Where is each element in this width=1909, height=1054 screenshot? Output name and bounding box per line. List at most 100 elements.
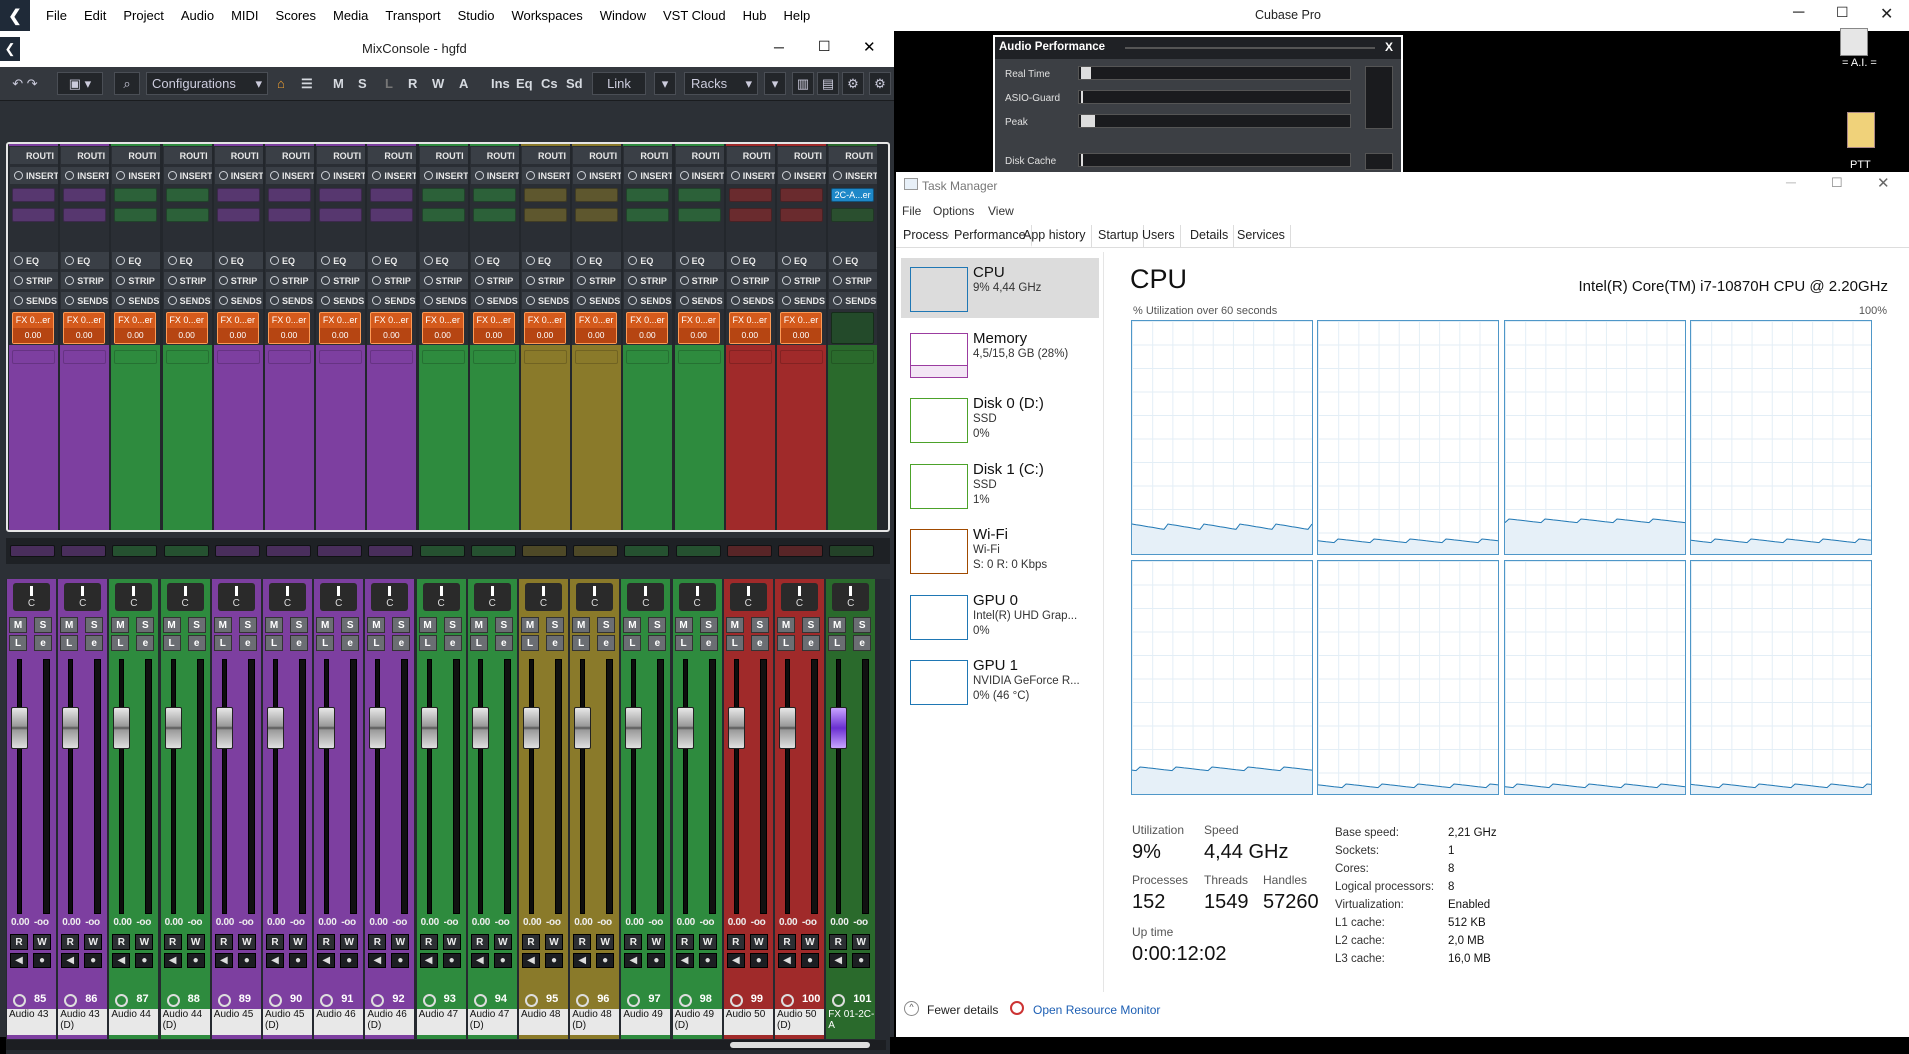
write-automation-button[interactable]: W bbox=[135, 934, 154, 950]
solo-button[interactable]: S bbox=[392, 617, 411, 633]
listen-button[interactable]: L bbox=[674, 635, 693, 651]
cs-bypass-button[interactable]: Cs bbox=[541, 76, 558, 91]
edit-button[interactable]: e bbox=[750, 635, 769, 651]
send-slot[interactable] bbox=[165, 350, 209, 364]
power-icon[interactable] bbox=[372, 296, 382, 305]
strip-header[interactable]: STRIP bbox=[368, 272, 417, 289]
monitor-button[interactable]: ◀ bbox=[61, 953, 80, 968]
pan-knob[interactable]: C bbox=[525, 583, 562, 611]
send-slot[interactable] bbox=[319, 350, 363, 364]
power-icon[interactable] bbox=[474, 256, 484, 265]
listen-button[interactable]: L bbox=[521, 635, 539, 651]
sends-header[interactable]: SENDS bbox=[573, 292, 622, 309]
strip-header[interactable]: STRIP bbox=[112, 272, 161, 289]
channel-select-icon[interactable] bbox=[269, 994, 282, 1007]
power-icon[interactable] bbox=[167, 296, 177, 305]
fx-send-slot[interactable]: FX 0...er 0.00 bbox=[421, 312, 464, 344]
open-resource-monitor-link[interactable]: Open Resource Monitor bbox=[1033, 1003, 1160, 1017]
eq-header[interactable]: EQ bbox=[266, 252, 314, 269]
power-icon[interactable] bbox=[270, 256, 279, 265]
power-icon[interactable] bbox=[116, 296, 126, 305]
sends-header[interactable]: SENDS bbox=[266, 292, 314, 309]
record-button[interactable]: ● bbox=[852, 953, 871, 968]
write-automation-button[interactable]: W bbox=[84, 934, 103, 950]
inserts-header[interactable]: INSERT bbox=[112, 167, 161, 184]
fx-send-slot[interactable]: FX 0...er 0.00 bbox=[728, 312, 771, 344]
write-automation-button[interactable]: W bbox=[442, 934, 461, 950]
insert-slot[interactable] bbox=[268, 188, 311, 202]
fader-handle[interactable] bbox=[830, 707, 848, 749]
insert-slot[interactable] bbox=[831, 208, 875, 222]
listen-button[interactable]: L bbox=[9, 635, 27, 651]
write-all-button[interactable]: W bbox=[432, 76, 444, 91]
eq-header[interactable]: EQ bbox=[573, 252, 622, 269]
record-button[interactable]: ● bbox=[647, 953, 666, 968]
routing-slot[interactable]: ROUTI bbox=[470, 147, 519, 164]
power-icon[interactable] bbox=[321, 296, 331, 305]
send-slot[interactable] bbox=[421, 350, 465, 364]
power-icon[interactable] bbox=[65, 276, 75, 285]
write-automation-button[interactable]: W bbox=[237, 934, 256, 950]
send-slot[interactable] bbox=[677, 350, 721, 364]
power-icon[interactable] bbox=[218, 276, 228, 285]
monitor-button[interactable]: ◀ bbox=[266, 953, 284, 968]
inserts-header[interactable]: INSERT bbox=[829, 167, 878, 184]
edit-button[interactable]: e bbox=[648, 635, 667, 651]
gear-icon[interactable]: ⚙ bbox=[869, 72, 891, 95]
inserts-header[interactable]: INSERT bbox=[266, 167, 314, 184]
list-icon[interactable]: ☰ bbox=[301, 76, 313, 92]
sends-header[interactable]: SENDS bbox=[470, 292, 519, 309]
chevron-down-icon[interactable]: ▾ bbox=[764, 72, 786, 95]
fader-handle[interactable] bbox=[215, 707, 233, 749]
pan-knob[interactable]: C bbox=[115, 583, 153, 611]
eq-header[interactable]: EQ bbox=[624, 252, 673, 269]
send-slot[interactable] bbox=[216, 350, 260, 364]
strip-header[interactable]: STRIP bbox=[214, 272, 263, 289]
record-button[interactable]: ● bbox=[237, 953, 256, 968]
menu-scores[interactable]: Scores bbox=[268, 8, 325, 23]
solo-button[interactable]: S bbox=[136, 617, 155, 633]
solo-button[interactable]: S bbox=[750, 617, 769, 633]
insert-slot[interactable] bbox=[319, 188, 363, 202]
power-icon[interactable] bbox=[730, 171, 740, 180]
power-icon[interactable] bbox=[218, 256, 228, 265]
power-icon[interactable] bbox=[577, 276, 587, 285]
channel-name[interactable]: Audio 49 (D) bbox=[672, 1009, 722, 1039]
pan-knob[interactable]: C bbox=[627, 583, 665, 611]
power-icon[interactable] bbox=[116, 171, 126, 180]
fader-handle[interactable] bbox=[267, 707, 284, 749]
inserts-header[interactable]: INSERT bbox=[61, 167, 110, 184]
minimize-icon[interactable]: ─ bbox=[1786, 174, 1796, 190]
send-slot[interactable] bbox=[12, 350, 55, 364]
insert-slot[interactable] bbox=[114, 208, 158, 222]
fx-send-slot[interactable]: FX 0...er 0.00 bbox=[472, 312, 515, 344]
monitor-button[interactable]: ◀ bbox=[10, 953, 28, 968]
solo-button[interactable]: S bbox=[238, 617, 257, 633]
fx-send-slot[interactable]: FX 0...er 0.00 bbox=[216, 312, 259, 344]
power-icon[interactable] bbox=[167, 171, 177, 180]
write-automation-button[interactable]: W bbox=[33, 934, 51, 950]
listen-button[interactable]: L bbox=[828, 635, 847, 651]
chevron-up-icon[interactable]: ^ bbox=[904, 1001, 919, 1016]
read-automation-button[interactable]: R bbox=[317, 934, 336, 950]
insert-slot[interactable] bbox=[524, 208, 567, 222]
record-button[interactable]: ● bbox=[596, 953, 615, 968]
monitor-button[interactable]: ◀ bbox=[112, 953, 131, 968]
power-icon[interactable] bbox=[526, 256, 535, 265]
power-icon[interactable] bbox=[321, 276, 331, 285]
monitor-button[interactable]: ◀ bbox=[778, 953, 796, 968]
write-automation-button[interactable]: W bbox=[391, 934, 410, 950]
edit-button[interactable]: e bbox=[443, 635, 462, 651]
edit-button[interactable]: e bbox=[494, 635, 513, 651]
channel-name[interactable]: Audio 47 bbox=[416, 1009, 466, 1039]
solo-button[interactable]: S bbox=[546, 617, 564, 633]
sends-header[interactable]: SENDS bbox=[829, 292, 878, 309]
read-automation-button[interactable]: R bbox=[778, 934, 796, 950]
solo-button[interactable]: S bbox=[85, 617, 104, 633]
channel-select-icon[interactable] bbox=[166, 994, 180, 1007]
monitor-button[interactable]: ◀ bbox=[829, 953, 848, 968]
read-all-button[interactable]: R bbox=[408, 76, 417, 91]
strip-header[interactable]: STRIP bbox=[573, 272, 622, 289]
mute-button[interactable]: M bbox=[367, 617, 386, 633]
insert-slot[interactable] bbox=[780, 188, 823, 202]
